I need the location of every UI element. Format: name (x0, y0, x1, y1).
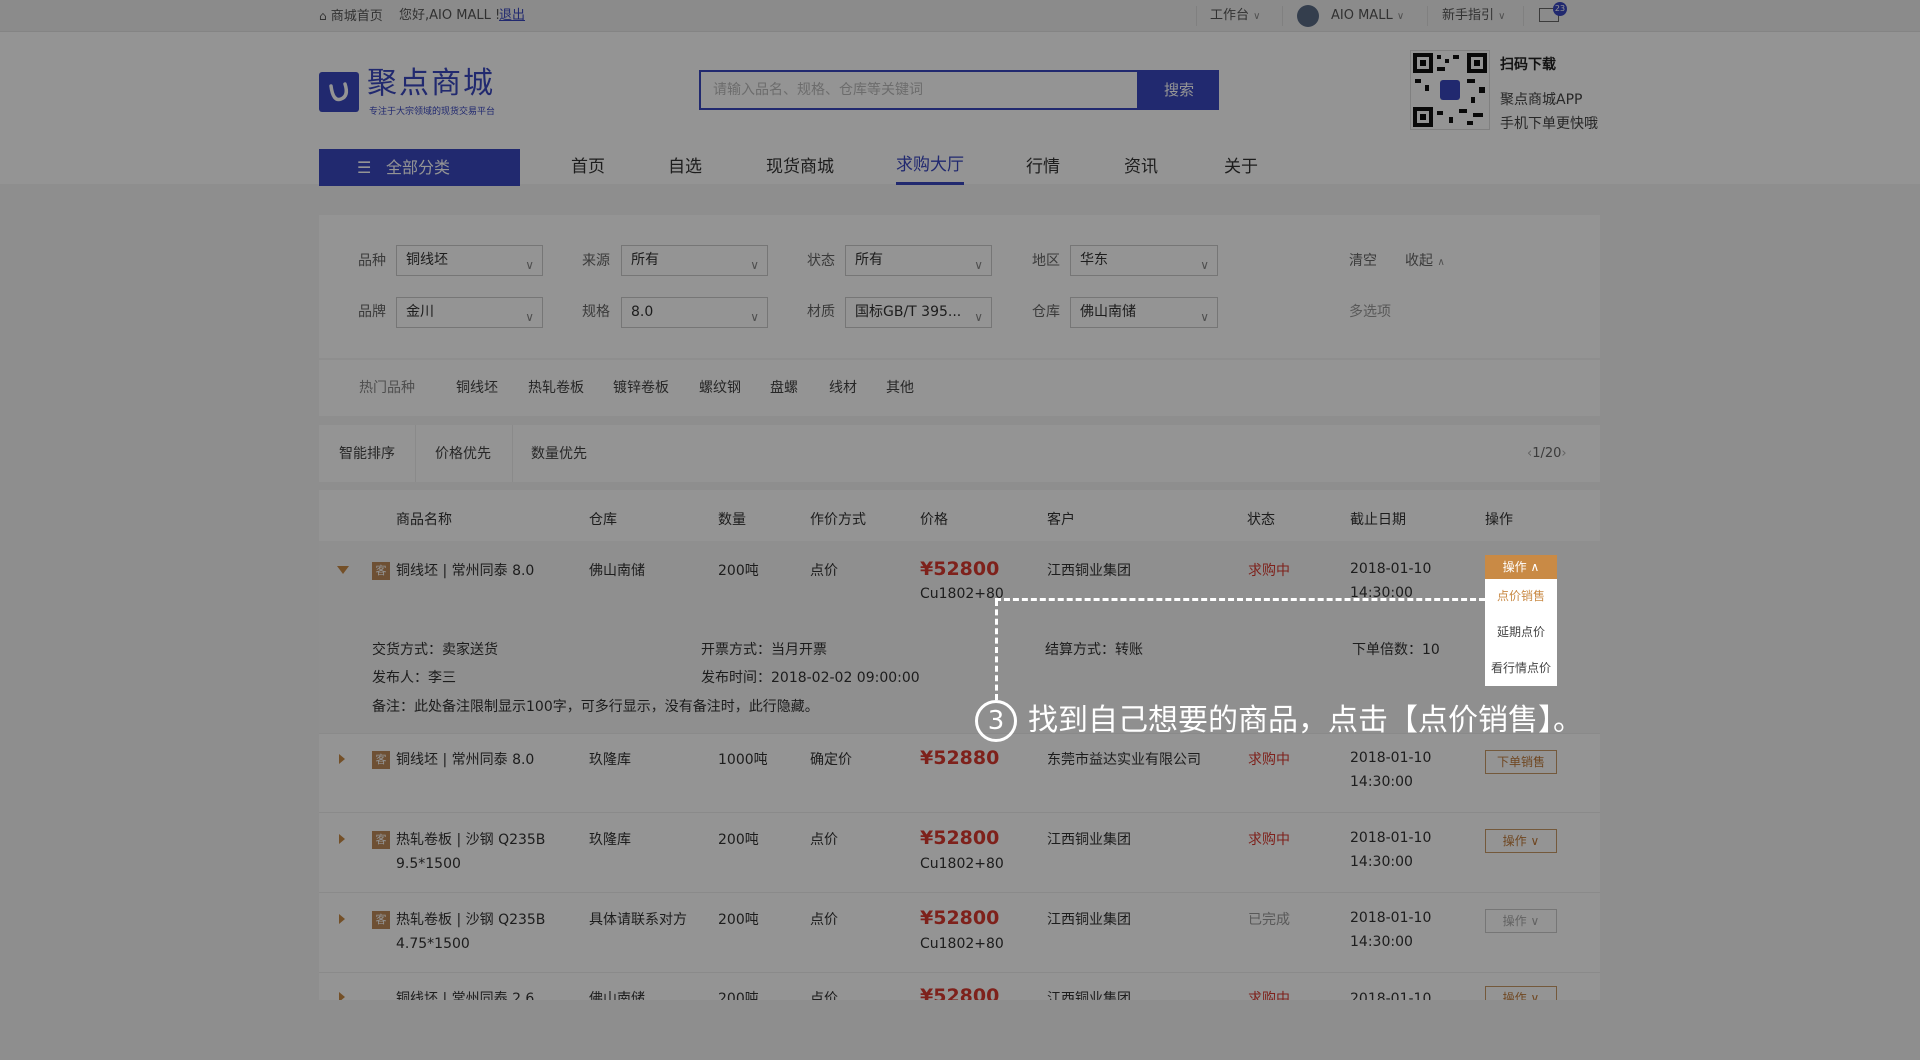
chevron-up-icon: ∧ (1530, 560, 1540, 574)
action-dropdown-menu: 操作 ∧ 点价销售 延期点价 看行情点价 (1485, 555, 1557, 686)
callout-line (995, 598, 1485, 601)
tutorial-instruction: 找到自己想要的商品，点击【点价销售】。 (1028, 703, 1583, 738)
menu-item-deferred-pricing[interactable]: 延期点价 (1485, 622, 1557, 642)
callout-line (995, 600, 998, 700)
step-number: 3 (975, 700, 1017, 742)
menu-item-price-sale[interactable]: 点价销售 (1485, 586, 1557, 606)
menu-item-market-pricing[interactable]: 看行情点价 (1485, 658, 1557, 678)
action-dropdown-header[interactable]: 操作 ∧ (1485, 555, 1557, 579)
tutorial-overlay (0, 0, 1920, 1060)
